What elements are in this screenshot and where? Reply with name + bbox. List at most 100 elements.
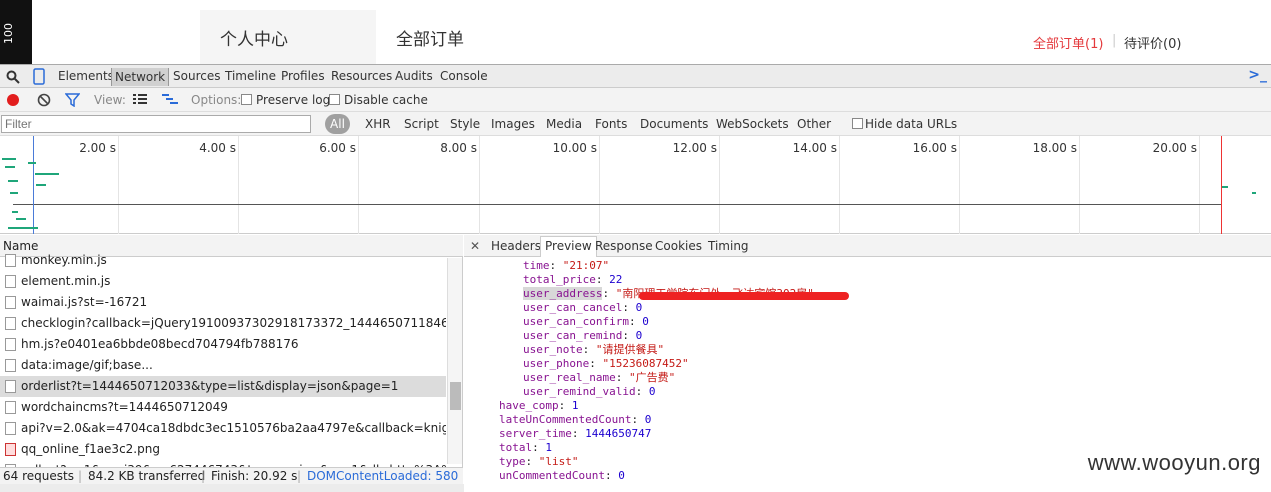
request-name: element.min.js [21, 274, 111, 288]
file-icon [5, 317, 16, 330]
json-value: 22 [609, 273, 623, 286]
device-mode-icon[interactable] [33, 68, 45, 85]
timeline-gridline [599, 136, 600, 234]
tab-cookies[interactable]: Cookies [655, 239, 702, 253]
dom-content-loaded: DOMContentLoaded: 580 ... [307, 469, 463, 483]
request-row[interactable]: element.min.js [0, 271, 446, 292]
status-separator: | [297, 469, 302, 483]
search-icon[interactable] [6, 70, 20, 84]
disable-cache-checkbox[interactable]: Disable cache [329, 93, 428, 107]
json-value: "15236087452" [602, 357, 689, 370]
timeline-overview[interactable]: 2.00 s 4.00 s 6.00 s 8.00 s 10.00 s 12.0… [0, 136, 1271, 234]
request-name: api?v=2.0&ak=4704ca18dbdc3ec1510576ba2aa… [21, 421, 446, 435]
waterfall-bar [2, 158, 16, 160]
screen: 100 个人中心 全部订单 全部订单(1) | 待评价(0) Elements … [0, 0, 1271, 492]
request-row[interactable]: data:image/gif;base... [0, 355, 446, 376]
waterfall-icon[interactable] [162, 94, 178, 105]
json-colon: : [622, 329, 636, 342]
tab-resources[interactable]: Resources [331, 69, 392, 83]
tab-timeline[interactable]: Timeline [225, 69, 276, 83]
waterfall-bar [8, 227, 38, 229]
request-name: wordchaincms?t=1444650712049 [21, 400, 228, 414]
console-drawer-icon[interactable]: >_ [1248, 67, 1267, 83]
finish-time: Finish: 20.92 s [211, 469, 298, 483]
filter-images[interactable]: Images [491, 117, 535, 131]
tab-response[interactable]: Response [595, 239, 653, 253]
json-colon: : [615, 371, 629, 384]
filter-input[interactable] [1, 115, 311, 133]
json-colon: : [604, 469, 619, 482]
json-key: type [499, 455, 526, 468]
clear-icon[interactable] [37, 93, 51, 107]
waterfall-bar [8, 180, 18, 182]
filter-style[interactable]: Style [450, 117, 480, 131]
checkbox-box[interactable] [329, 94, 340, 105]
filter-media[interactable]: Media [546, 117, 582, 131]
filter-documents[interactable]: Documents [640, 117, 708, 131]
large-rows-icon[interactable] [133, 94, 147, 105]
scrollbar-thumb[interactable] [450, 382, 461, 410]
request-list-scrollbar[interactable] [447, 258, 462, 464]
nav-personal-center[interactable]: 个人中心 [200, 10, 376, 64]
json-key: user_can_confirm [523, 315, 629, 328]
site-logo[interactable]: 100 [0, 0, 32, 64]
request-row[interactable]: checklogin?callback=jQuery19100937302918… [0, 313, 446, 334]
logo-text: 100 [2, 23, 15, 44]
tab-console[interactable]: Console [440, 69, 488, 83]
json-value: 0 [635, 329, 643, 342]
tab-headers[interactable]: Headers [491, 239, 541, 253]
redaction-mark [639, 292, 849, 300]
preserve-log-label: Preserve log [256, 93, 331, 107]
pending-review-link[interactable]: 待评价(0) [1124, 33, 1181, 52]
timeline-gridline [839, 136, 840, 234]
filter-icon[interactable] [65, 93, 80, 107]
request-row[interactable]: waimai.js?st=-16721 [0, 292, 446, 313]
record-icon[interactable] [6, 93, 20, 107]
request-row[interactable]: wordchaincms?t=1444650712049 [0, 397, 446, 418]
site-header: 100 个人中心 全部订单 全部订单(1) | 待评价(0) [0, 0, 1271, 64]
json-colon: : [582, 343, 596, 356]
tab-elements[interactable]: Elements [58, 69, 114, 83]
preserve-log-checkbox[interactable]: Preserve log [241, 93, 330, 107]
json-key: user_remind_valid [523, 385, 636, 398]
checkbox-box[interactable] [852, 118, 863, 129]
tick-label: 4.00 s [199, 141, 236, 155]
json-line: total: 1 [499, 441, 552, 455]
json-colon: : [628, 315, 643, 328]
hide-data-urls-checkbox[interactable]: Hide data URLs [852, 117, 957, 131]
tab-profiles[interactable]: Profiles [281, 69, 325, 83]
tab-audits[interactable]: Audits [395, 69, 433, 83]
checkbox-box[interactable] [241, 94, 252, 105]
filter-websockets[interactable]: WebSockets [716, 117, 789, 131]
waterfall-bar [35, 173, 59, 175]
tab-preview[interactable]: Preview [540, 236, 597, 257]
filter-bar: All XHR Script Style Images Media Fonts … [0, 112, 1271, 136]
filter-script[interactable]: Script [404, 117, 439, 131]
tab-network[interactable]: Network [111, 68, 170, 86]
filter-xhr[interactable]: XHR [365, 117, 391, 131]
json-key: total [499, 441, 533, 454]
json-colon: : [622, 301, 636, 314]
json-colon: : [532, 441, 546, 454]
request-row[interactable]: orderlist?t=1444650712033&type=list&disp… [0, 376, 446, 397]
json-key: user_can_remind [523, 329, 623, 342]
request-row[interactable]: hm.js?e0401ea6bbde08becd704794fb788176 [0, 334, 446, 355]
filter-other[interactable]: Other [797, 117, 831, 131]
waterfall-bar [1252, 192, 1256, 194]
all-orders-link[interactable]: 全部订单(1) [1033, 33, 1103, 52]
json-colon: : [589, 357, 603, 370]
timeline-gridline [1079, 136, 1080, 234]
filter-all-button[interactable]: All [325, 114, 350, 134]
request-row[interactable]: api?v=2.0&ak=4704ca18dbdc3ec1510576ba2aa… [0, 418, 446, 439]
request-detail-pane: ✕ Headers Preview Response Cookies Timin… [464, 235, 1271, 492]
tab-timing[interactable]: Timing [708, 239, 749, 253]
request-row[interactable]: monkey.min.js [0, 250, 446, 271]
close-detail-icon[interactable]: ✕ [470, 239, 480, 253]
timeline-gridline [118, 136, 119, 234]
request-name: checklogin?callback=jQuery19100937302918… [21, 316, 446, 330]
filter-fonts[interactable]: Fonts [595, 117, 627, 131]
tab-sources[interactable]: Sources [173, 69, 220, 83]
nav-all-orders[interactable]: 全部订单 [396, 10, 464, 64]
json-colon: : [602, 287, 616, 300]
request-row[interactable]: qq_online_f1ae3c2.png [0, 439, 446, 460]
